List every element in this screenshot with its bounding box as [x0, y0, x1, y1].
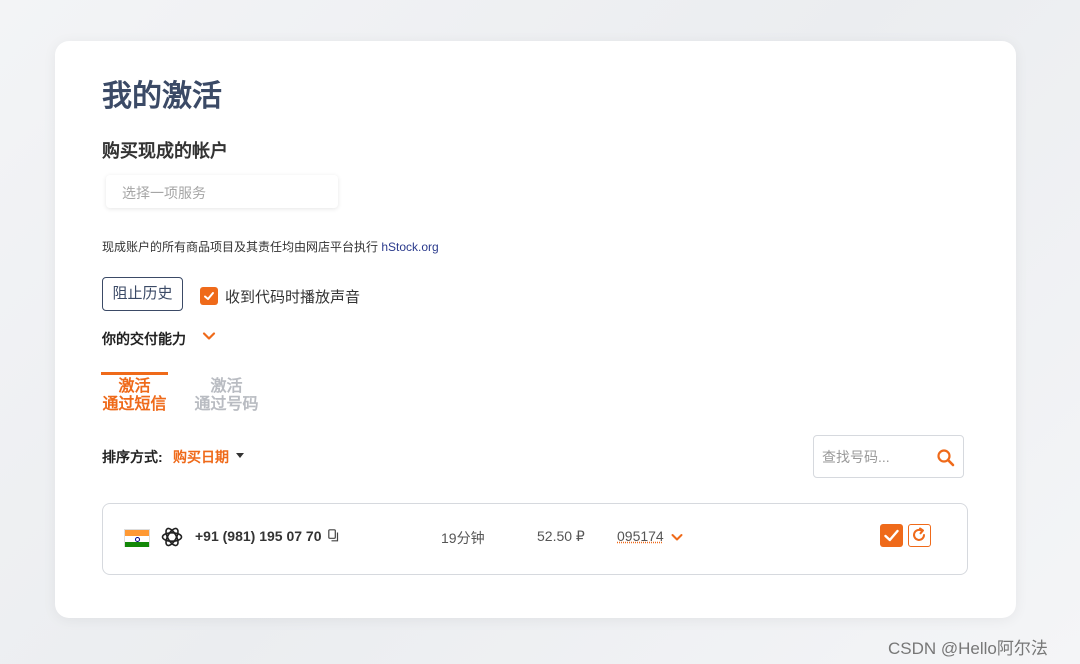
sort-dropdown[interactable]: 购买日期: [173, 447, 229, 467]
openai-icon: [161, 527, 183, 547]
search-box: [813, 435, 964, 478]
price: 52.50 ₽: [537, 528, 585, 544]
sms-code[interactable]: 095174: [617, 528, 664, 544]
delivery-capacity-label[interactable]: 你的交付能力: [102, 329, 186, 349]
tab-sms-line2: 通过短信: [102, 396, 167, 413]
chevron-down-icon[interactable]: [201, 328, 217, 344]
confirm-button[interactable]: [880, 524, 903, 547]
watermark: CSDN @Hello阿尔法: [888, 639, 1048, 658]
notice-text: 现成账户的所有商品项目及其责任均由网店平台执行 hStock.org: [102, 238, 439, 255]
sound-checkbox[interactable]: [200, 287, 218, 305]
notice-label: 现成账户的所有商品项目及其责任均由网店平台执行: [102, 240, 382, 254]
page-title: 我的激活: [102, 80, 222, 113]
refresh-button[interactable]: [908, 524, 931, 547]
tab-activate-number[interactable]: 激活 通过号码: [193, 372, 260, 414]
refresh-icon: [913, 527, 925, 541]
activations-card: 我的激活 购买现成的帐户 选择一项服务 现成账户的所有商品项目及其责任均由网店平…: [55, 41, 1016, 618]
caret-down-icon[interactable]: [236, 453, 244, 458]
tab-number-line2: 通过号码: [194, 396, 259, 413]
check-icon: [204, 292, 214, 300]
chevron-down-icon[interactable]: [670, 530, 684, 544]
tab-sms-line1: 激活: [118, 378, 151, 395]
tab-activate-sms[interactable]: 激活 通过短信: [101, 372, 168, 414]
copy-icon[interactable]: [328, 529, 339, 542]
activation-row: +91 (981) 195 07 70 19分钟 52.50 ₽ 095174: [102, 503, 968, 575]
block-history-button[interactable]: 阻止历史: [102, 277, 183, 311]
search-icon[interactable]: [936, 448, 956, 468]
sound-checkbox-label: 收到代码时播放声音: [225, 289, 361, 306]
section-subtitle: 购买现成的帐户: [102, 141, 228, 161]
india-flag-icon: [124, 529, 150, 547]
tab-number-line1: 激活: [210, 378, 243, 395]
time-remaining: 19分钟: [441, 530, 485, 546]
hstock-link[interactable]: hStock.org: [381, 240, 438, 254]
check-icon: [884, 529, 899, 542]
search-input[interactable]: [822, 446, 922, 468]
phone-number: +91 (981) 195 07 70: [195, 528, 322, 544]
service-select[interactable]: 选择一项服务: [106, 175, 338, 208]
sort-label: 排序方式:: [102, 449, 163, 465]
